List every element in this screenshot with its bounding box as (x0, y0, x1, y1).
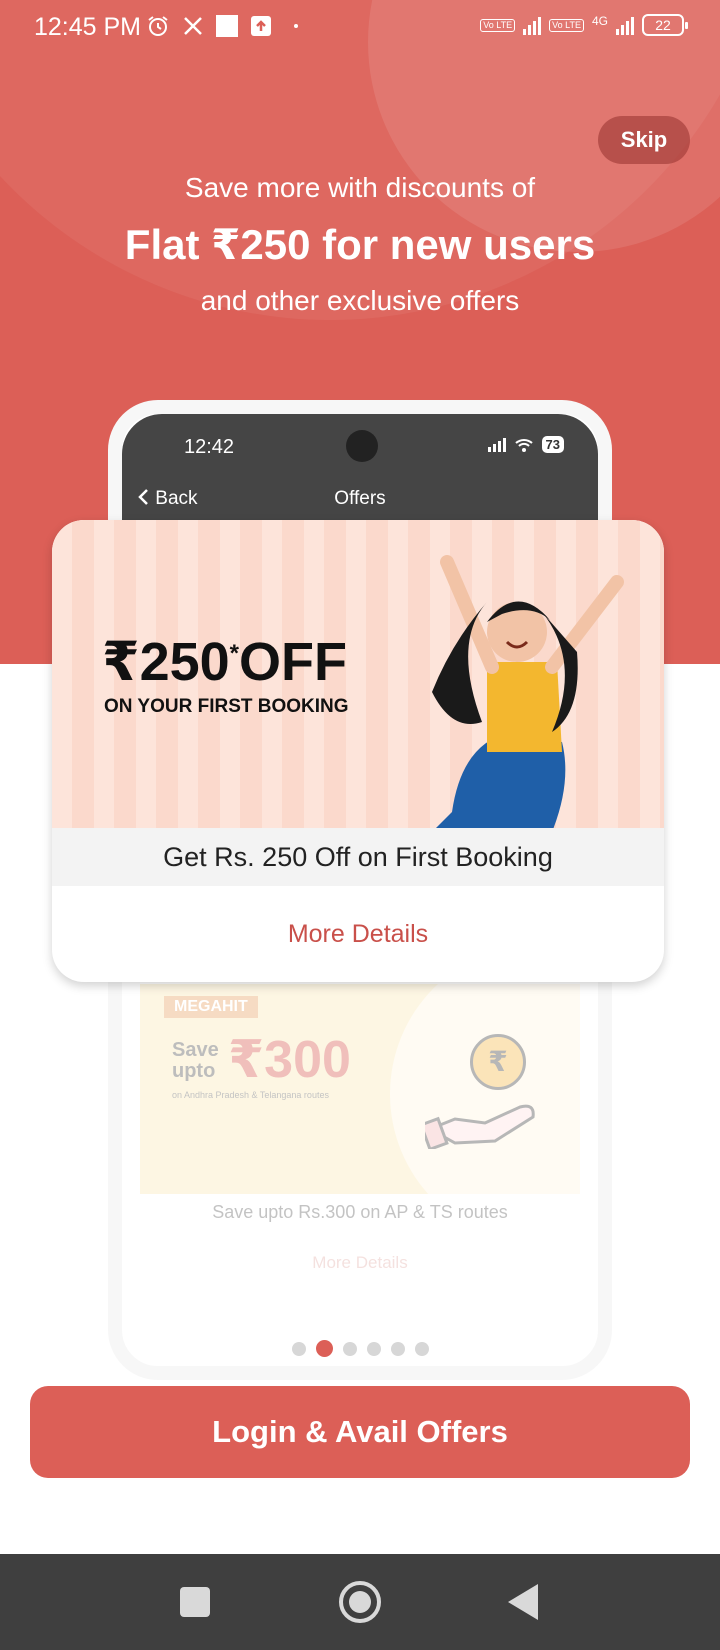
upload-icon (251, 16, 271, 36)
phone-battery-icon: 73 (541, 436, 564, 453)
offer-asterisk: * (229, 640, 240, 667)
hand-icon (425, 1104, 535, 1149)
status-bar: 12:45 PM Vo LTE Vo LTE 4G 22 (0, 0, 720, 54)
phone-title: Offers (334, 488, 386, 509)
alarm-icon (148, 16, 168, 36)
next-offer-more-details: More Details (312, 1253, 408, 1272)
rupee-coin-icon: ₹ (470, 1034, 526, 1090)
next-offer-banner: MEGAHIT Save upto ₹300 on Andhra Pradesh… (140, 984, 580, 1194)
routes-text: on Andhra Pradesh & Telangana routes (172, 1090, 329, 1100)
save-amount: ₹300 (228, 1031, 351, 1089)
signal-icon (487, 437, 506, 452)
back-icon[interactable] (508, 1584, 538, 1620)
x-app-icon (184, 17, 202, 35)
battery-icon: 22 (642, 14, 688, 36)
carousel-dot[interactable] (291, 1341, 306, 1356)
carousel-indicator (122, 1340, 598, 1357)
home-icon[interactable] (339, 1581, 381, 1623)
system-icons: Vo LTE Vo LTE 4G 22 (480, 14, 688, 36)
login-avail-offers-button[interactable]: Login & Avail Offers (30, 1386, 690, 1478)
signal-icon (523, 15, 542, 35)
save-upto-text: Save upto (172, 1039, 219, 1082)
phone-header: 12:42 73 Back Offers (122, 414, 598, 520)
skip-button[interactable]: Skip (598, 116, 690, 164)
more-dot-icon (294, 24, 298, 28)
volte-icon: Vo LTE (480, 18, 516, 32)
offer-amount: ₹250*OFF (102, 630, 347, 693)
hero-subtitle: Save more with discounts of (184, 172, 536, 203)
wifi-icon (514, 438, 533, 452)
more-details-link[interactable]: More Details (52, 886, 664, 982)
offer-amount-suffix: OFF (239, 632, 347, 692)
carousel-dot[interactable] (414, 1341, 429, 1356)
recent-apps-icon[interactable] (180, 1587, 210, 1617)
offer-amount-value: ₹250 (102, 632, 230, 692)
status-time: 12:45 PM (34, 13, 142, 41)
phone-status-icons: 73 (487, 436, 564, 453)
offer-subtitle: ON YOUR FIRST BOOKING (104, 696, 349, 717)
phone-time: 12:42 (184, 436, 235, 458)
offer-caption: Get Rs. 250 Off on First Booking (52, 828, 664, 886)
celebrating-woman-illustration (432, 555, 624, 828)
carousel-dot[interactable] (390, 1341, 405, 1356)
carousel-dot[interactable] (366, 1341, 381, 1356)
offer-banner: ₹250*OFF ON YOUR FIRST BOOKING (52, 520, 664, 828)
megahit-tag: MEGAHIT (164, 996, 258, 1018)
network-type: 4G (591, 14, 608, 28)
navigation-bar (0, 1554, 720, 1650)
carousel-dot[interactable] (342, 1341, 357, 1356)
image-notification-icon (216, 15, 238, 37)
offer-card[interactable]: ₹250*OFF ON YOUR FIRST BOOKING Get Rs. 2… (52, 520, 664, 982)
hero-caption: and other exclusive offers (200, 285, 520, 316)
next-offer-card: MEGAHIT Save upto ₹300 on Andhra Pradesh… (140, 984, 580, 1284)
carousel-dot[interactable] (315, 1340, 333, 1357)
hero-title: Flat ₹250 for new users (124, 221, 596, 268)
camera-icon (346, 430, 378, 462)
signal-icon (616, 15, 634, 35)
next-offer-caption: Save upto Rs.300 on AP & TS routes (212, 1202, 508, 1222)
volte-icon: Vo LTE (549, 18, 584, 32)
notification-icons (146, 14, 298, 38)
